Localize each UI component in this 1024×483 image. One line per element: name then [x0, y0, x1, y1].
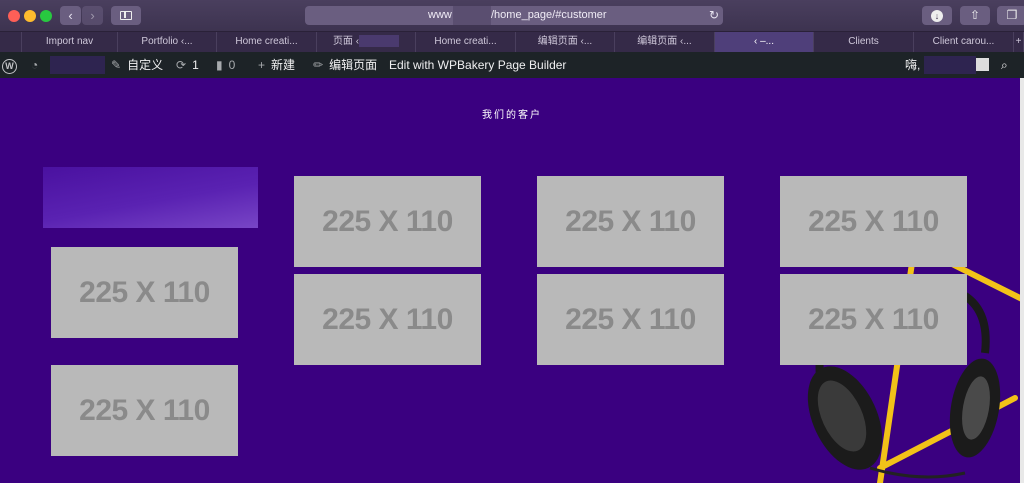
tab-0[interactable] — [0, 32, 22, 52]
tab-label: 编辑页面 ‹... — [537, 36, 593, 47]
client-logo-placeholder: 225 X 110 — [780, 176, 967, 267]
tab-label: Clients — [848, 36, 879, 47]
site-name-redaction — [50, 56, 105, 74]
tab-3[interactable]: Home creati... — [217, 32, 317, 52]
search-icon[interactable]: ⌕ — [1001, 52, 1008, 78]
updates-link[interactable]: ⟳ 1 — [176, 52, 199, 78]
howdy-menu[interactable]: 嗨, — [905, 52, 920, 78]
tabs-icon: ❐ — [1006, 8, 1018, 22]
username-redaction — [924, 56, 976, 74]
tab-5[interactable]: Home creati... — [416, 32, 516, 52]
customize-label: 自定义 — [127, 58, 164, 72]
new-tab-button[interactable]: + — [1014, 32, 1024, 52]
tab-label: 编辑页面 ‹... — [637, 36, 692, 47]
sidebar-toggle-button[interactable] — [111, 6, 141, 25]
tab-label: ‹ –... — [753, 36, 774, 47]
tab-2[interactable]: Portfolio ‹... — [118, 32, 217, 52]
new-label: 新建 — [271, 58, 296, 72]
dashboard-menu[interactable]: ◔ — [31, 52, 44, 78]
share-button[interactable]: ⇧ — [960, 6, 990, 25]
tab-8-active[interactable]: ‹ –... — [715, 32, 814, 52]
wp-admin-bar: W ◔ ✎ 自定义 ⟳ 1 ▮ 0 + 新建 ✏ 编辑页面 Edit with WPBak… — [0, 52, 1024, 78]
tab-label: 页面 ‹ — [332, 36, 360, 47]
address-prefix: www — [428, 9, 452, 21]
client-logo-placeholder: 225 X 110 — [294, 176, 481, 267]
updates-count: 1 — [192, 58, 199, 72]
pencil-icon: ✏ — [313, 58, 324, 72]
wp-logo-menu[interactable]: W — [2, 52, 20, 78]
tab-redaction — [359, 35, 400, 48]
customers-section: 我们的客户 225 X 110 225 X 110 225 X 110 225 … — [0, 78, 1024, 483]
paintbrush-icon: ✎ — [111, 58, 122, 72]
download-icon: ↓ — [931, 9, 943, 22]
address-bar[interactable]: www /home_page/#customer ↻ — [305, 6, 723, 25]
address-redaction — [453, 6, 491, 25]
client-logo-placeholder: 225 X 110 — [294, 274, 481, 365]
new-content-menu[interactable]: + 新建 — [258, 52, 295, 78]
refresh-icon: ⟳ — [176, 58, 187, 72]
reload-icon[interactable]: ↻ — [709, 6, 719, 25]
plus-icon: + — [258, 58, 266, 72]
minimize-window-button[interactable] — [24, 10, 36, 22]
client-logo-placeholder: 225 X 110 — [51, 365, 238, 456]
tab-label: Portfolio ‹... — [141, 36, 193, 47]
wordpress-icon: W — [2, 59, 17, 74]
chevron-right-icon: › — [90, 8, 95, 23]
wpbakery-link[interactable]: Edit with WPBakery Page Builder — [389, 52, 566, 78]
edit-page-link[interactable]: ✏ 编辑页面 — [313, 52, 377, 78]
customize-link[interactable]: ✎ 自定义 — [111, 52, 163, 78]
avatar[interactable] — [976, 58, 989, 71]
tab-10[interactable]: Client carou... — [914, 32, 1014, 52]
tab-4[interactable]: 页面 ‹ — [317, 32, 416, 52]
section-title: 我们的客户 — [482, 110, 542, 121]
decorative-gradient-block — [43, 167, 258, 228]
downloads-button[interactable]: ↓ — [922, 6, 952, 25]
close-window-button[interactable] — [8, 10, 20, 22]
zoom-window-button[interactable] — [40, 10, 52, 22]
howdy-label: 嗨, — [905, 58, 921, 72]
comment-icon: ▮ — [216, 58, 223, 72]
tab-1[interactable]: Import nav — [22, 32, 118, 52]
tab-label: Home creati... — [235, 36, 298, 47]
tab-label: Home creati... — [434, 36, 497, 47]
chevron-left-icon: ‹ — [68, 8, 73, 23]
dashboard-icon: ◔ — [31, 58, 39, 72]
browser-titlebar: ‹ › www /home_page/#customer ↻ ↓ ⇧ ❐ — [0, 0, 1024, 31]
client-logo-placeholder: 225 X 110 — [780, 274, 967, 365]
tab-label: Import nav — [45, 36, 94, 47]
edit-label: 编辑页面 — [329, 58, 378, 72]
comments-link[interactable]: ▮ 0 — [216, 52, 235, 78]
wpbakery-label: Edit with WPBakery Page Builder — [389, 58, 567, 72]
client-logo-placeholder: 225 X 110 — [51, 247, 238, 338]
tab-9[interactable]: Clients — [814, 32, 914, 52]
plus-icon: + — [1015, 36, 1022, 47]
tab-bar: Import nav Portfolio ‹... Home creati...… — [0, 31, 1024, 52]
sidebar-icon — [120, 11, 132, 20]
tab-overview-button[interactable]: ❐ — [997, 6, 1024, 25]
comments-count: 0 — [228, 58, 236, 72]
client-logo-placeholder: 225 X 110 — [537, 274, 724, 365]
share-icon: ⇧ — [969, 8, 981, 22]
tab-7[interactable]: 编辑页面 ‹... — [615, 32, 715, 52]
client-logo-placeholder: 225 X 110 — [537, 176, 724, 267]
address-path: /home_page/#customer — [491, 9, 607, 21]
forward-button[interactable]: › — [82, 6, 103, 25]
back-button[interactable]: ‹ — [60, 6, 81, 25]
page-scrollbar[interactable] — [1020, 78, 1024, 483]
tab-6[interactable]: 编辑页面 ‹... — [516, 32, 615, 52]
tab-label: Client carou... — [932, 36, 995, 47]
